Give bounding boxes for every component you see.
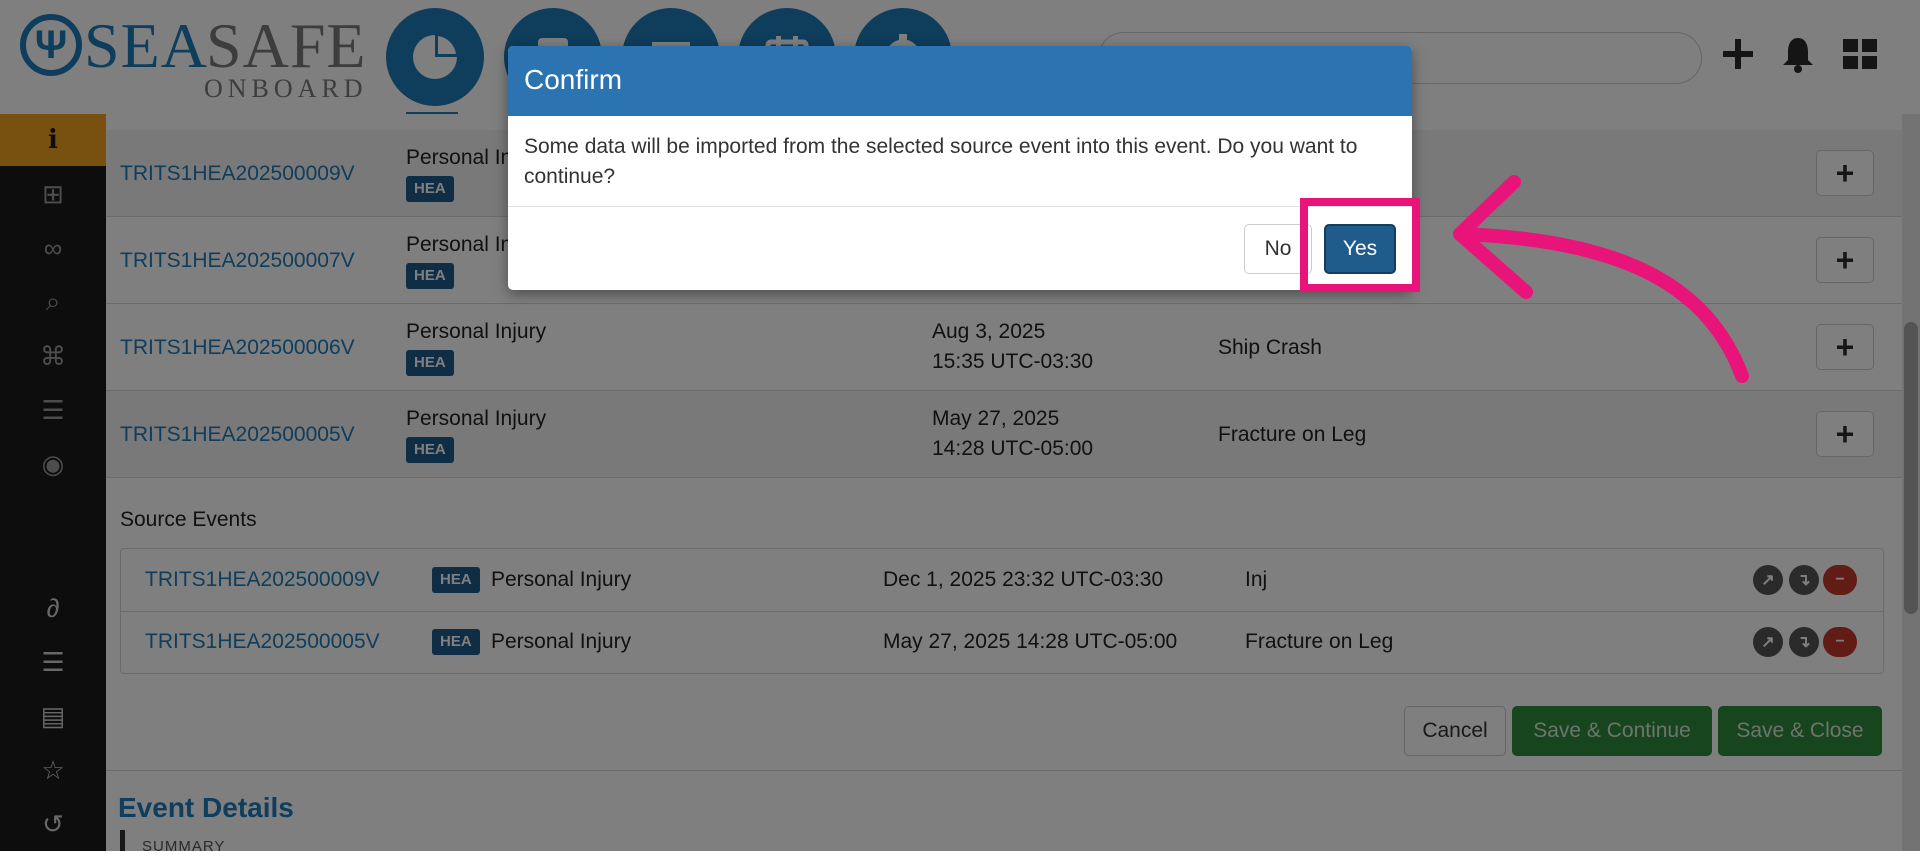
dialog-message: Some data will be imported from the sele… [524,135,1358,188]
dialog-title: Confirm [524,64,623,95]
confirm-dialog: Confirm Some data will be imported from … [508,46,1412,290]
yes-button-highlight [1300,198,1420,292]
dialog-header: Confirm [508,46,1412,116]
dialog-divider [508,206,1412,207]
pointer-arrow-icon [1453,175,1749,383]
